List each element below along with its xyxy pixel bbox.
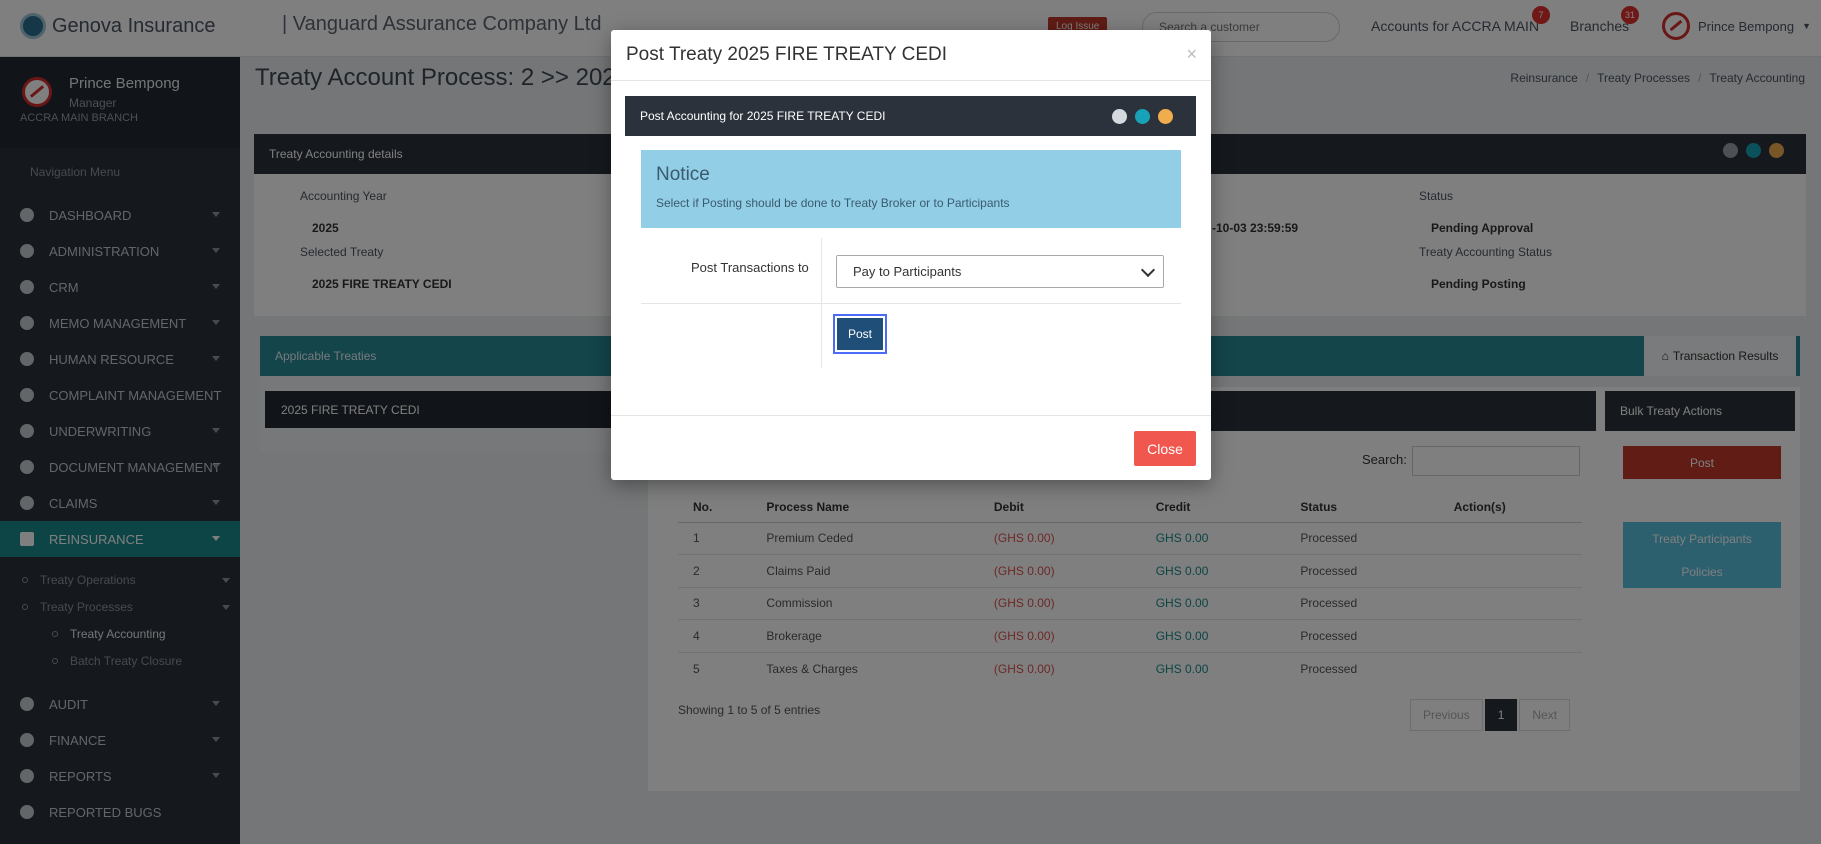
post-accounting-tools [1112,109,1173,124]
notice-text: Select if Posting should be done to Trea… [656,196,1010,210]
notice-title: Notice [656,164,710,185]
post-to-select[interactable]: Pay to Participants [836,255,1164,288]
close-button[interactable]: Close [1134,431,1196,466]
refresh-icon[interactable] [1135,109,1150,124]
collapse-icon[interactable] [1158,109,1173,124]
post-accounting-title: Post Accounting for 2025 FIRE TREATY CED… [640,109,886,123]
post-to-label: Post Transactions to [691,260,809,275]
modal-footer-divider [611,415,1211,416]
post-to-selected-value: Pay to Participants [853,264,962,279]
post-accounting-header: Post Accounting for 2025 FIRE TREATY CED… [625,96,1196,136]
notice-box: Notice Select if Posting should be done … [641,150,1181,228]
close-icon[interactable]: × [1186,44,1197,65]
modal-title: Post Treaty 2025 FIRE TREATY CEDI [626,44,948,65]
chevron-down-icon [1140,262,1156,278]
modal-header-divider [611,80,1211,81]
link-icon[interactable] [1112,109,1127,124]
form-row-divider [641,303,1181,304]
post-button[interactable]: Post [833,314,887,354]
post-treaty-modal: Post Treaty 2025 FIRE TREATY CEDI × Post… [611,30,1211,480]
